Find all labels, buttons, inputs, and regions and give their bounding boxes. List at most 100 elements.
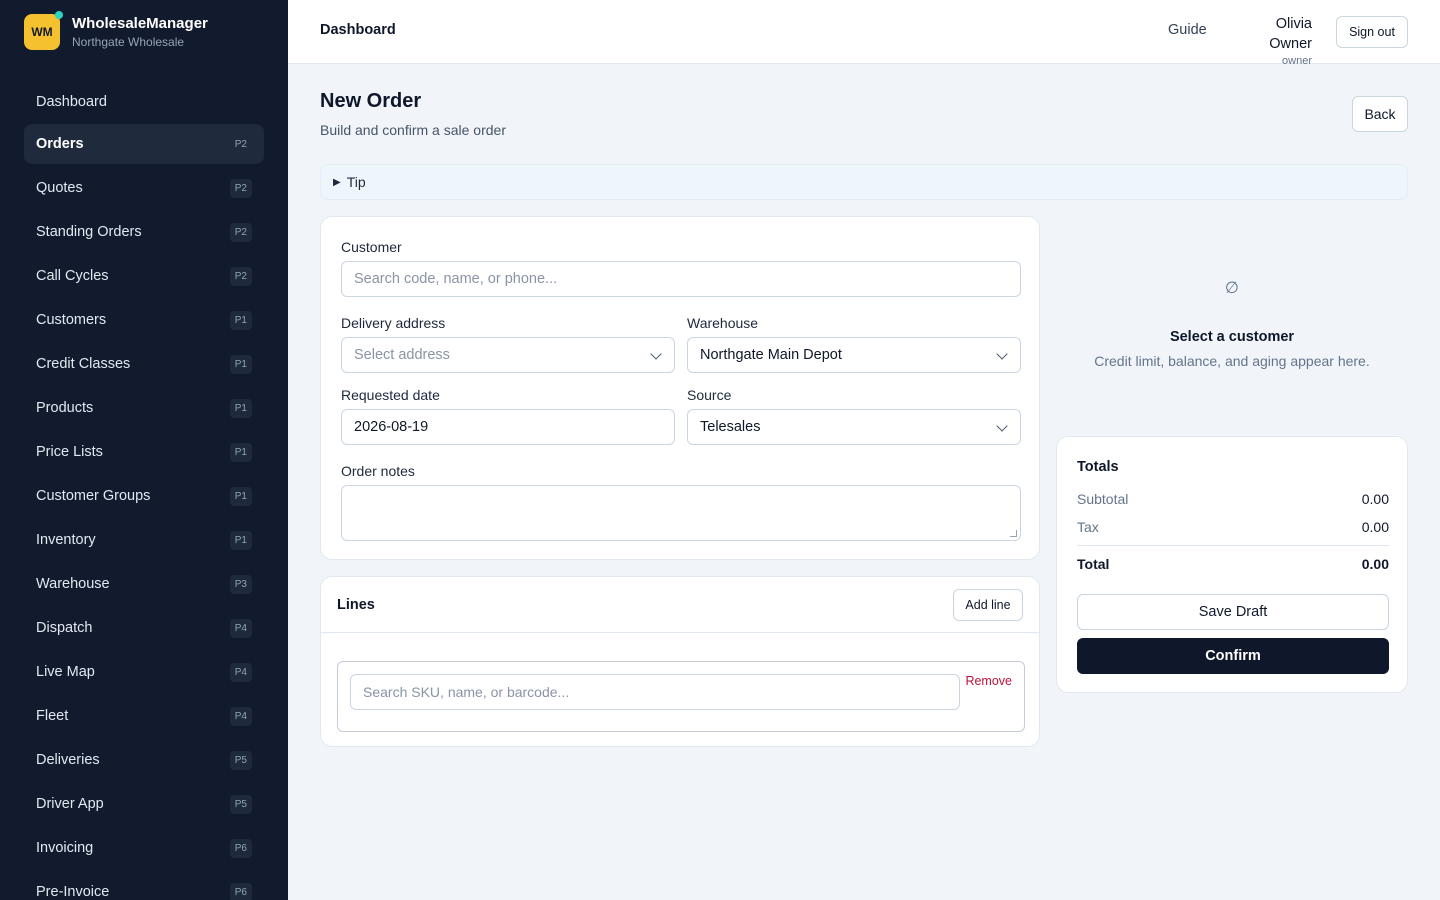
delivery-address-select[interactable]: Select address [341, 337, 675, 373]
sidebar-item-label: Dispatch [36, 620, 93, 636]
lines-header: Lines Add line [321, 577, 1039, 633]
sidebar-item-quotes[interactable]: Quotes P2 [24, 168, 264, 208]
sidebar-item-label: Call Cycles [36, 268, 109, 284]
subtotal-row: Subtotal 0.00 [1077, 491, 1389, 507]
source-select[interactable]: Telesales [687, 409, 1021, 445]
lines-title: Lines [337, 597, 375, 613]
sidebar-item-standing-orders[interactable]: Standing Orders P2 [24, 212, 264, 252]
sidebar-item-label: Products [36, 400, 94, 416]
order-form-card: Customer Search code, name, or phone... … [320, 216, 1040, 560]
total-label: Total [1077, 556, 1110, 572]
tip-label: Tip [346, 174, 366, 190]
warehouse-value: Northgate Main Depot [700, 347, 842, 363]
sidebar-item-label: Dashboard [36, 94, 107, 110]
phase-badge: P2 [234, 138, 247, 150]
requested-date-input[interactable]: 2026-08-19 [341, 409, 675, 445]
warehouse-label: Warehouse [687, 315, 759, 331]
org-name: Northgate Wholesale [72, 35, 185, 49]
sidebar-item-products[interactable]: Products P1 [24, 388, 264, 428]
phase-badge: P2 [229, 222, 252, 242]
user-role: owner [1282, 55, 1312, 67]
sign-out-button[interactable]: Sign out [1336, 16, 1408, 48]
tax-value: 0.00 [1361, 519, 1389, 535]
subtotal-label: Subtotal [1077, 491, 1129, 507]
phase-badge: P1 [229, 530, 252, 550]
sidebar-item-credit-classes[interactable]: Credit Classes P1 [24, 344, 264, 384]
source-label: Source [687, 387, 732, 403]
product-search-input[interactable]: Search SKU, name, or barcode... [350, 674, 960, 710]
sidebar-item-label: Customers [36, 312, 107, 328]
tax-label: Tax [1077, 519, 1099, 535]
phase-badge: P1 [229, 486, 252, 506]
sidebar-item-label: Fleet [36, 708, 69, 724]
customer-search-input[interactable]: Search code, name, or phone... [341, 261, 1021, 297]
breadcrumb[interactable]: Dashboard [320, 22, 396, 38]
sidebar-item-pre-invoice[interactable]: Pre-Invoice P6 [24, 872, 264, 900]
phase-badge: P1 [229, 354, 252, 374]
sidebar-item-label: Orders [36, 136, 84, 152]
brand[interactable]: WM WholesaleManager Northgate Wholesale [24, 11, 208, 50]
add-line-button[interactable]: Add line [953, 589, 1023, 621]
app-logo: WM [24, 11, 63, 50]
tip-disclosure[interactable]: ▶ Tip [320, 164, 1408, 200]
status-dot [55, 11, 63, 19]
sidebar-item-invoicing[interactable]: Invoicing P6 [24, 828, 264, 868]
sidebar-item-orders[interactable]: Orders P2 [24, 124, 264, 164]
logo-text: WM [31, 25, 53, 39]
requested-date-label: Requested date [341, 387, 440, 403]
sidebar-item-price-lists[interactable]: Price Lists P1 [24, 432, 264, 472]
triangle-right-icon: ▶ [333, 176, 341, 188]
sidebar-item-customers[interactable]: Customers P1 [24, 300, 264, 340]
sidebar: WM WholesaleManager Northgate Wholesale … [0, 0, 288, 900]
phase-badge: P5 [229, 750, 252, 770]
sidebar-item-label: Warehouse [36, 576, 110, 592]
sidebar-item-warehouse[interactable]: Warehouse P3 [24, 564, 264, 604]
divider [1077, 545, 1389, 546]
sidebar-item-call-cycles[interactable]: Call Cycles P2 [24, 256, 264, 296]
back-button[interactable]: Back [1352, 96, 1408, 132]
sidebar-item-label: Price Lists [36, 444, 103, 460]
phase-badge: P2 [229, 266, 252, 286]
delivery-address-value: Select address [354, 347, 450, 363]
app-name: WholesaleManager [72, 15, 208, 32]
sidebar-item-fleet[interactable]: Fleet P4 [24, 696, 264, 736]
guide-link[interactable]: Guide [1168, 22, 1207, 38]
phase-badge: P2 [229, 178, 252, 198]
sidebar-item-dispatch[interactable]: Dispatch P4 [24, 608, 264, 648]
customer-summary-panel: ∅ Select a customer Credit limit, balanc… [1056, 216, 1408, 416]
phase-badge: P6 [229, 882, 252, 900]
order-notes-textarea[interactable] [341, 485, 1021, 541]
sidebar-item-label: Credit Classes [36, 356, 131, 372]
totals-title: Totals [1077, 459, 1119, 475]
phase-badge: P4 [229, 706, 252, 726]
phase-badge: P6 [229, 838, 252, 858]
sidebar-item-label: Invoicing [36, 840, 94, 856]
warehouse-select[interactable]: Northgate Main Depot [687, 337, 1021, 373]
save-draft-button[interactable]: Save Draft [1077, 594, 1389, 630]
sidebar-item-label: Deliveries [36, 752, 100, 768]
sidebar-item-live-map[interactable]: Live Map P4 [24, 652, 264, 692]
phase-badge: P4 [229, 618, 252, 638]
confirm-button[interactable]: Confirm [1077, 638, 1389, 674]
delivery-address-label: Delivery address [341, 315, 446, 331]
sidebar-item-driver-app[interactable]: Driver App P5 [24, 784, 264, 824]
tax-row: Tax 0.00 [1077, 519, 1389, 535]
page-subtitle: Build and confirm a sale order [320, 122, 506, 138]
phase-badge: P1 [229, 442, 252, 462]
user-info: Olivia Owner owner [1230, 14, 1312, 68]
phase-badge: P3 [229, 574, 252, 594]
resize-grip-icon[interactable] [1010, 530, 1017, 537]
remove-line-button[interactable]: Remove [965, 674, 1012, 688]
topbar: Dashboard Guide Olivia Owner owner Sign … [288, 0, 1440, 67]
sidebar-item-label: Pre-Invoice [36, 884, 110, 900]
sidebar-nav: Dashboard Orders P2 Quotes P2 Standing Orders… [24, 80, 264, 900]
phase-badge: P4 [229, 662, 252, 682]
sidebar-item-label: Standing Orders [36, 224, 142, 240]
sidebar-item-customer-groups[interactable]: Customer Groups P1 [24, 476, 264, 516]
sidebar-item-inventory[interactable]: Inventory P1 [24, 520, 264, 560]
sidebar-item-deliveries[interactable]: Deliveries P5 [24, 740, 264, 780]
sidebar-item-label: Inventory [36, 532, 96, 548]
sidebar-item-dashboard[interactable]: Dashboard [24, 80, 264, 124]
sidebar-item-label: Quotes [36, 180, 83, 196]
chevron-down-icon [996, 348, 1008, 360]
